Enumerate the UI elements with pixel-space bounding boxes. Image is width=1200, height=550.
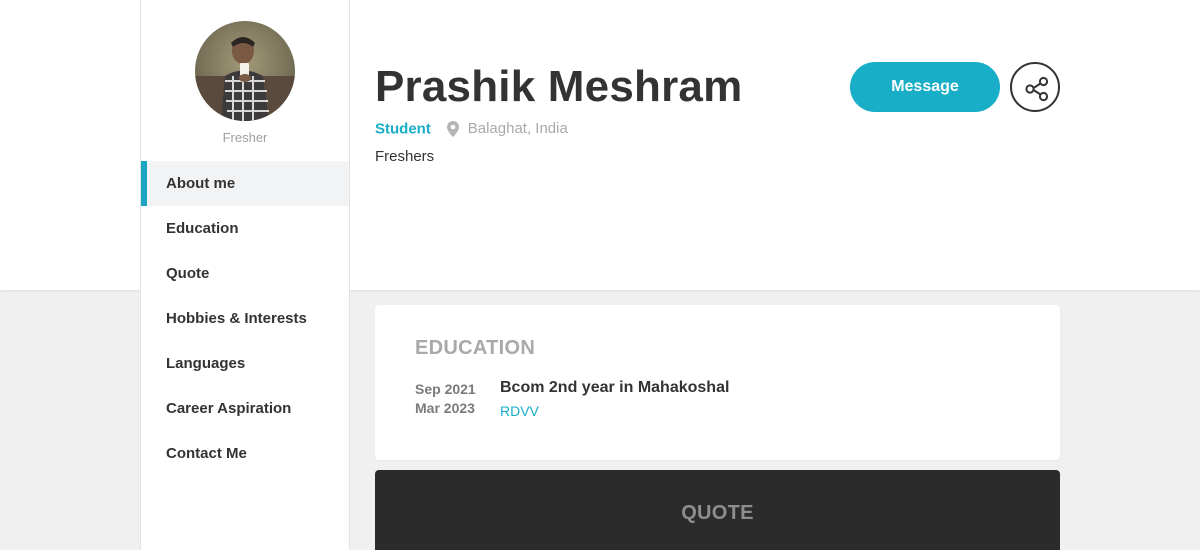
profile-headline: Freshers: [375, 148, 435, 165]
map-pin-icon: [447, 120, 460, 137]
share-button[interactable]: [1010, 62, 1060, 112]
profile-location: Balaghat, India: [467, 120, 568, 138]
nav-item-contact-me[interactable]: Contact Me: [141, 431, 349, 476]
nav-item-education[interactable]: Education: [141, 206, 349, 251]
quote-card: QUOTE: [375, 470, 1060, 550]
education-title: EDUCATION: [415, 337, 536, 359]
nav-item-quote[interactable]: Quote: [141, 251, 349, 296]
nav-item-hobbies-interests[interactable]: Hobbies & Interests: [141, 296, 349, 341]
sidebar: Fresher About me Education Quote Hobbies…: [140, 0, 350, 550]
profile-name: Prashik Meshram: [375, 62, 743, 111]
profile-nav: About me Education Quote Hobbies & Inter…: [141, 161, 349, 476]
education-degree: Bcom 2nd year in Mahakoshal: [500, 379, 730, 396]
education-dates: Sep 2021 Mar 2023: [415, 380, 495, 418]
quote-title: QUOTE: [681, 502, 754, 524]
avatar-photo-icon: [195, 21, 295, 121]
nav-item-career-aspiration[interactable]: Career Aspiration: [141, 386, 349, 431]
message-button[interactable]: Message: [850, 62, 1000, 112]
education-start-date: Sep 2021: [415, 381, 476, 397]
sidebar-role-label: Fresher: [222, 130, 268, 145]
avatar: [195, 21, 295, 121]
education-school-link[interactable]: RDVV: [500, 403, 539, 419]
education-end-date: Mar 2023: [415, 400, 475, 416]
share-icon: [1025, 76, 1049, 102]
profile-meta: Student Balaghat, India: [375, 120, 568, 140]
nav-item-about-me[interactable]: About me: [141, 161, 349, 206]
profile-role: Student: [375, 120, 431, 138]
profile-page: Fresher About me Education Quote Hobbies…: [0, 0, 1200, 550]
education-card: EDUCATION Sep 2021 Mar 2023 Bcom 2nd yea…: [375, 305, 1060, 460]
nav-item-languages[interactable]: Languages: [141, 341, 349, 386]
